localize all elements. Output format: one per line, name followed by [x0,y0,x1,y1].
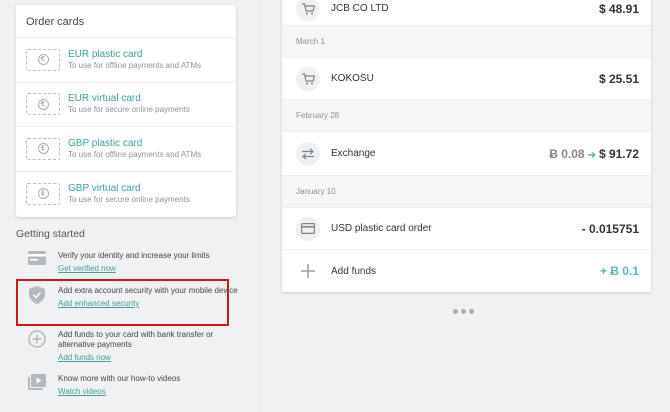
transaction-amount: $ 48.91 [598,1,639,16]
getting-started-heading: Getting started [16,228,85,240]
order-card-desc: To use for secure online payments [68,105,190,115]
order-card-name: EUR plastic card [68,48,143,60]
transaction-amount: $ 25.51 [598,71,639,86]
highlight-box [16,279,229,326]
right-column: JCB CO LTD $ 48.91 March 1 KOKOSU $ 25.5… [260,0,670,412]
exchange-from-amount: Ƀ 0.08 [549,146,585,161]
order-card-name: GBP virtual card [68,182,141,194]
getting-started-add-funds: Add funds to your card with bank transfe… [26,330,241,363]
order-card-name: EUR virtual card [68,93,141,105]
left-column: Order cards € EUR plastic card To use fo… [0,0,260,412]
pound-card-icon: £ [26,182,60,205]
date-header: January 10 [282,176,651,208]
pound-card-icon: £ [26,137,60,160]
order-card-desc: To use for offline payments and ATMs [68,149,202,159]
euro-card-icon: € [26,93,60,116]
order-cards-panel: Order cards € EUR plastic card To use fo… [16,5,236,217]
dot [469,309,474,314]
transaction-amount: + Ƀ 0.1 [599,264,639,278]
getting-started-text: Know more with our how-to videos [58,374,181,383]
transaction-name: Exchange [331,148,376,159]
getting-started-text: Verify your identity and increase your l… [58,251,210,260]
transaction-name: KOKOSU [331,73,374,84]
dot [453,309,458,314]
transactions-panel: JCB CO LTD $ 48.91 March 1 KOKOSU $ 25.5… [282,0,651,292]
order-gbp-virtual-card[interactable]: £ GBP virtual card To use for secure onl… [16,172,236,217]
plus-circle-icon [26,330,48,363]
plus-icon [296,259,320,283]
order-gbp-plastic-card[interactable]: £ GBP plastic card To use for offline pa… [16,127,236,172]
order-card-name: GBP plastic card [68,137,143,149]
id-card-icon [26,251,48,274]
cart-icon [296,0,320,21]
arrow-right-icon: ➔ [587,149,596,161]
transaction-amount: Ƀ 0.08 ➔ $ 91.72 [549,147,639,161]
getting-started-verify: Verify your identity and increase your l… [26,251,241,274]
add-funds-link[interactable]: Add funds now [58,353,241,363]
cart-icon [296,66,320,91]
transaction-row[interactable]: Exchange Ƀ 0.08 ➔ $ 91.72 [282,132,651,176]
transaction-name: Add funds [331,265,377,277]
play-icon [26,374,48,397]
transaction-name: USD plastic card order [331,223,432,234]
date-header: February 28 [282,100,651,132]
getting-started-text: Add funds to your card with bank transfe… [58,330,214,349]
transaction-row[interactable]: KOKOSU $ 25.51 [282,58,651,100]
transaction-row[interactable]: Add funds + Ƀ 0.1 [282,250,651,292]
order-cards-title: Order cards [16,5,236,38]
exchange-to-amount: $ 91.72 [598,146,639,161]
order-card-desc: To use for secure online payments [68,194,190,204]
exchange-icon [296,141,320,166]
order-eur-virtual-card[interactable]: € EUR virtual card To use for secure onl… [16,83,236,127]
order-card-desc: To use for offline payments and ATMs [68,60,202,70]
card-icon [296,216,320,241]
transaction-amount: - 0.015751 [581,221,639,236]
dot [461,309,466,314]
watch-videos-link[interactable]: Watch videos [58,387,180,397]
load-more-dots[interactable] [453,309,474,314]
get-verified-link[interactable]: Get verified now [58,264,210,274]
date-header: March 1 [282,26,651,58]
order-eur-plastic-card[interactable]: € EUR plastic card To use for offline pa… [16,38,236,83]
transaction-row[interactable]: JCB CO LTD $ 48.91 [282,0,651,26]
getting-started-videos: Know more with our how-to videos Watch v… [26,374,241,397]
transaction-row[interactable]: USD plastic card order - 0.015751 [282,208,651,250]
euro-card-icon: € [26,48,60,71]
transaction-name: JCB CO LTD [331,3,389,14]
